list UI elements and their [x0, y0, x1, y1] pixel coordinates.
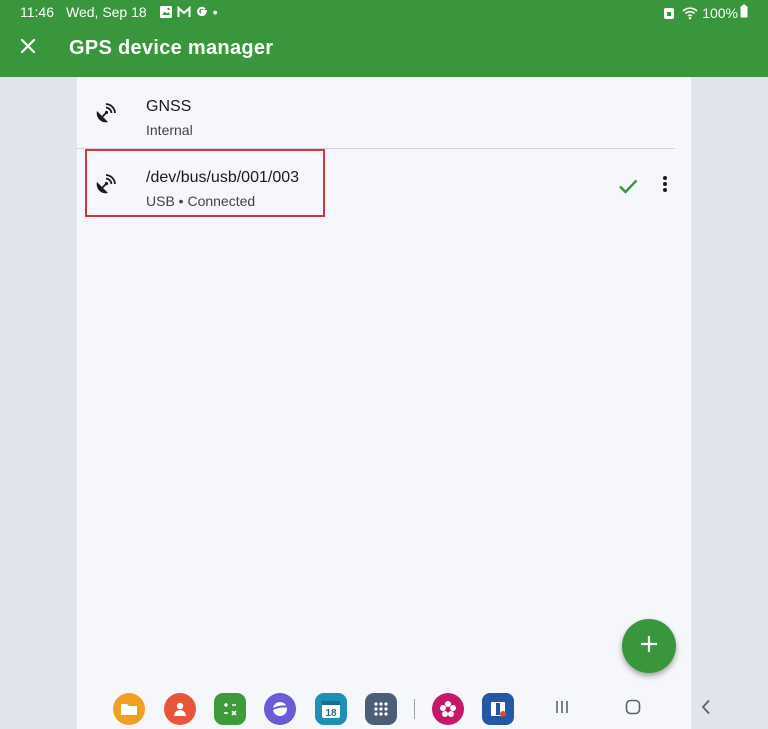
connected-check-icon — [617, 175, 639, 197]
calendar-app-icon[interactable]: 18 — [315, 693, 347, 725]
status-left: 11:46 Wed, Sep 18 • — [20, 4, 218, 20]
more-notifications-dot: • — [212, 4, 218, 20]
status-date: Wed, Sep 18 — [66, 4, 147, 20]
wifi-icon — [682, 6, 698, 20]
close-button[interactable] — [10, 30, 46, 66]
battery-icon — [740, 4, 748, 21]
status-right: 100% — [662, 4, 748, 21]
back-button[interactable] — [692, 695, 720, 723]
battery-percent: 100% — [702, 4, 738, 21]
taskbar-separator — [414, 699, 415, 719]
taskbar: 18 — [0, 689, 768, 729]
recent-apps-icon — [554, 699, 570, 720]
device-row-usb[interactable]: /dev/bus/usb/001/003 USB • Connected — [77, 151, 691, 221]
satellite-icon — [93, 173, 117, 197]
gmail-icon — [177, 5, 191, 19]
calendar-day: 18 — [325, 708, 337, 719]
contacts-app-icon[interactable] — [164, 693, 196, 725]
status-time: 11:46 — [20, 4, 54, 20]
recent-apps-button[interactable] — [548, 695, 576, 723]
more-vert-icon — [662, 175, 668, 198]
device-list-panel: GNSS Internal /dev/bus/usb/001/003 USB •… — [77, 77, 691, 729]
google-icon — [195, 5, 209, 19]
book-app-icon[interactable] — [482, 693, 514, 725]
my-files-app-icon[interactable] — [113, 693, 145, 725]
apps-grid-icon[interactable] — [365, 693, 397, 725]
image-icon — [159, 5, 173, 19]
list-divider — [77, 148, 675, 149]
device-subtitle: USB • Connected — [146, 193, 256, 209]
device-subtitle: Internal — [146, 122, 193, 138]
close-icon — [20, 38, 36, 59]
secure-folder-icon — [662, 6, 676, 20]
plus-icon — [640, 635, 658, 658]
home-button[interactable] — [619, 695, 647, 723]
page-title: GPS device manager — [69, 37, 274, 59]
device-overflow-menu-button[interactable] — [651, 171, 679, 201]
device-name: /dev/bus/usb/001/003 — [146, 169, 300, 186]
device-name: GNSS — [146, 98, 192, 115]
samsung-internet-app-icon[interactable] — [264, 693, 296, 725]
satellite-icon — [93, 102, 117, 126]
device-row-gnss[interactable]: GNSS Internal — [77, 80, 691, 150]
home-icon — [625, 699, 641, 720]
add-device-button[interactable] — [622, 619, 676, 673]
app-header: 11:46 Wed, Sep 18 • 100% GPS device mana… — [0, 0, 768, 77]
app-bar: GPS device manager — [0, 24, 768, 77]
status-bar: 11:46 Wed, Sep 18 • 100% — [0, 0, 768, 24]
blossom-app-icon[interactable] — [432, 693, 464, 725]
back-icon — [700, 699, 712, 720]
calculator-app-icon[interactable] — [214, 693, 246, 725]
